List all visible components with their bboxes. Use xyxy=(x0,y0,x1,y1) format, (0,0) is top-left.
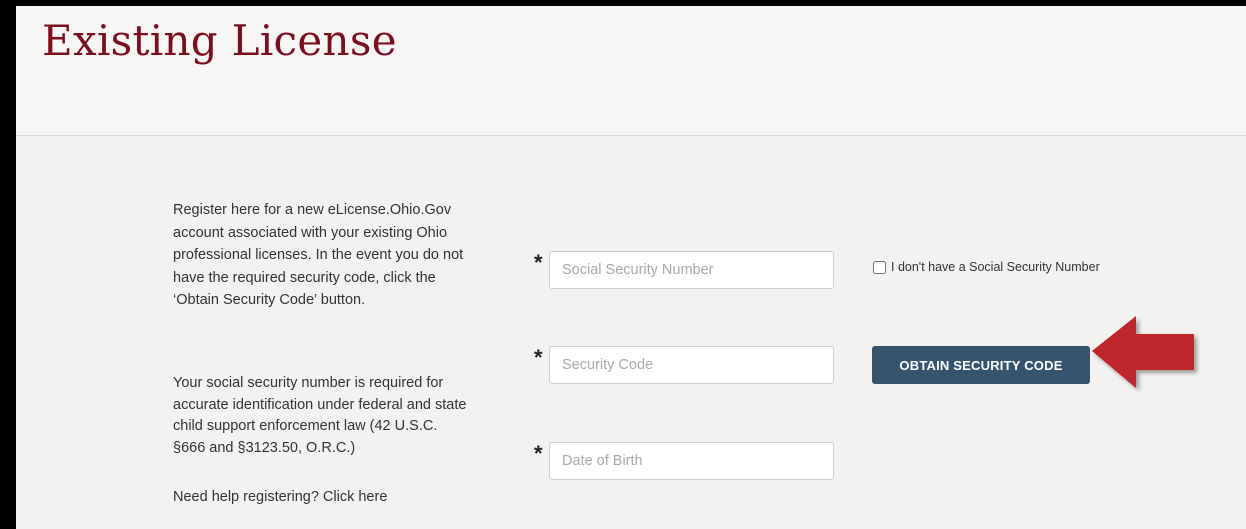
ssn-notice-paragraph: Your social security number is required … xyxy=(173,375,467,456)
no-ssn-option[interactable]: I don't have a Social Security Number xyxy=(873,260,1100,274)
no-ssn-label: I don't have a Social Security Number xyxy=(891,260,1100,274)
red-arrow-icon xyxy=(1092,316,1194,388)
required-marker: * xyxy=(534,345,543,370)
required-marker: * xyxy=(534,441,543,466)
page-title: Existing License xyxy=(42,16,397,65)
required-marker: * xyxy=(534,250,543,275)
registration-panel: Register here for a new eLicense.Ohio.Go… xyxy=(16,136,1246,529)
date-of-birth-input[interactable] xyxy=(549,442,834,480)
security-code-input[interactable] xyxy=(549,346,834,384)
no-ssn-checkbox[interactable] xyxy=(873,260,886,274)
obtain-security-code-button[interactable]: OBTAIN SECURITY CODE xyxy=(872,346,1090,384)
intro-paragraph: Register here for a new eLicense.Ohio.Go… xyxy=(173,202,464,309)
page-header: Existing License xyxy=(16,6,1246,136)
help-register-link[interactable]: Need help registering? Click here xyxy=(173,489,387,505)
ssn-input[interactable] xyxy=(549,251,834,289)
page-frame: Existing License Register here for a new… xyxy=(16,6,1246,529)
